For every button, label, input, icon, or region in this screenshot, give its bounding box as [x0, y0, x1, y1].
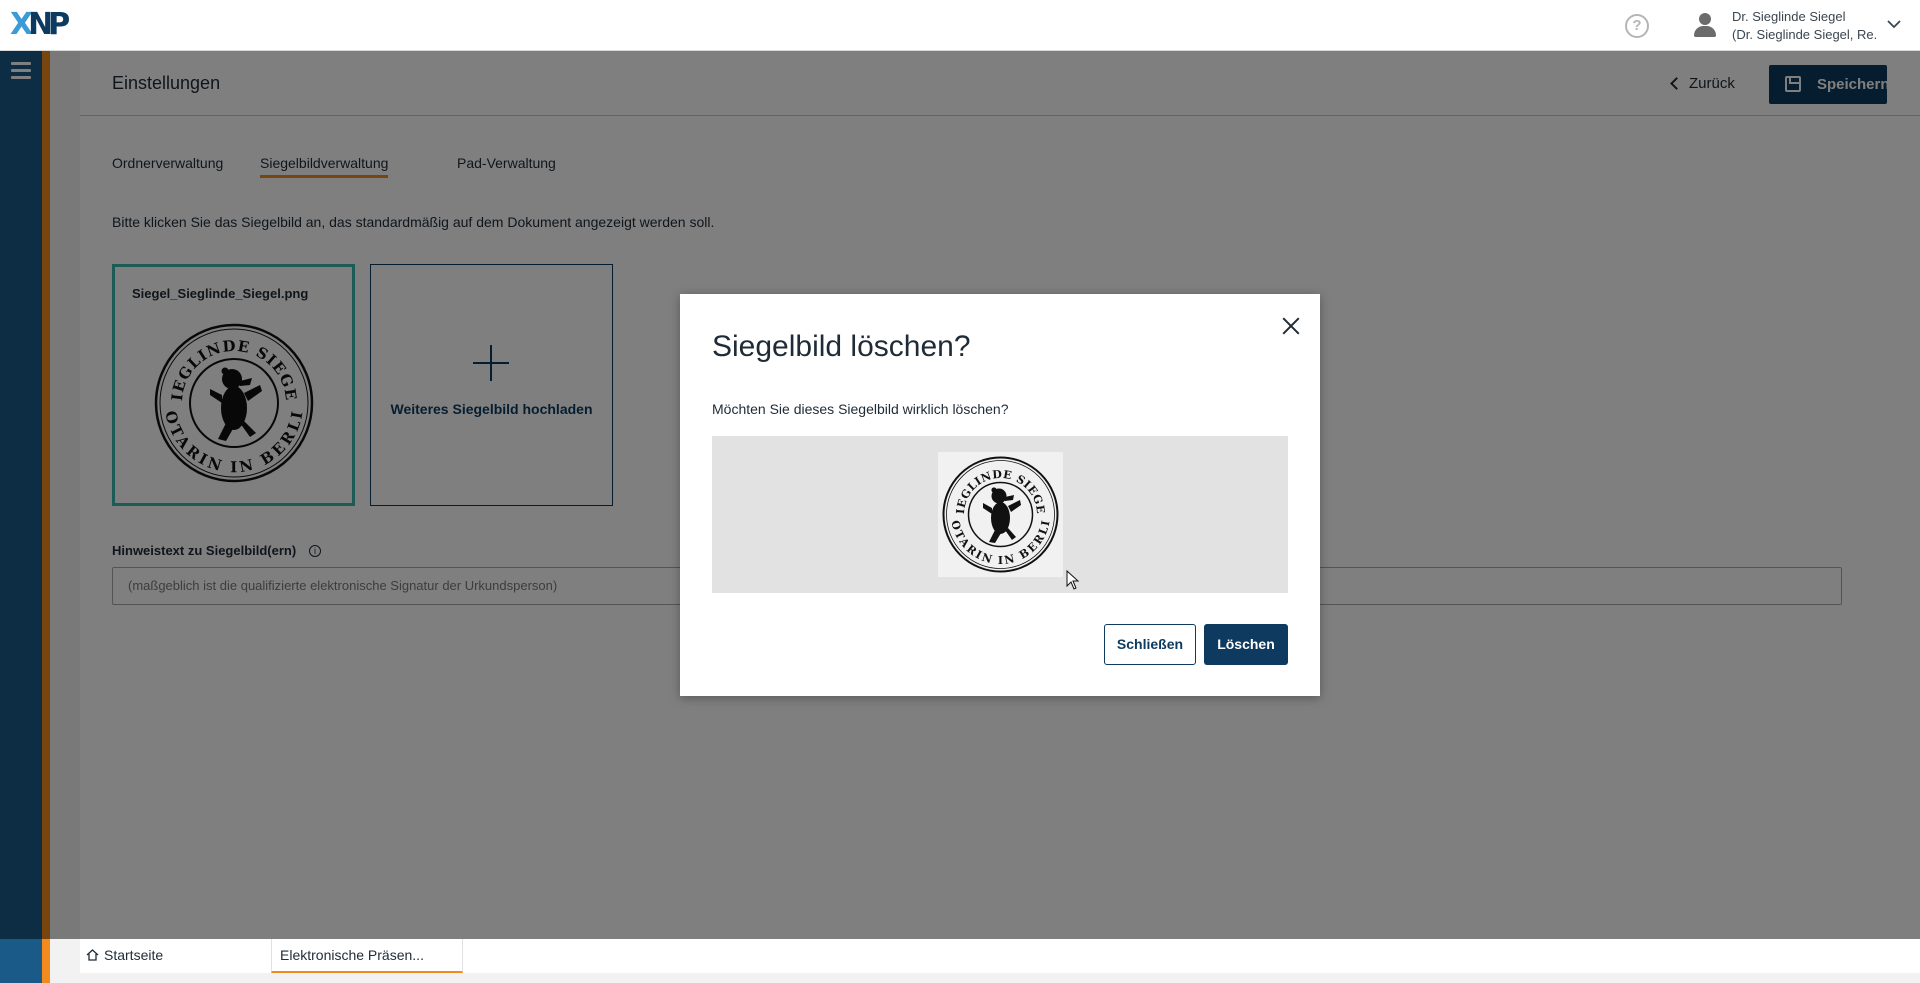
mouse-cursor-icon	[1066, 570, 1080, 590]
seal-preview: SIEGLINDE SIEGEL NOTARIN IN BERLIN	[712, 436, 1288, 593]
app-logo[interactable]: XNP	[10, 9, 70, 41]
user-role[interactable]: (Dr. Sieglinde Siegel, Re...	[1732, 26, 1876, 43]
taskbar-home[interactable]: Startseite	[86, 947, 163, 963]
bottom-taskbar: Startseite Elektronische Präsen...	[80, 939, 1858, 973]
chevron-down-icon[interactable]	[1884, 14, 1904, 34]
close-button[interactable]: Schließen	[1104, 624, 1196, 665]
user-name[interactable]: Dr. Sieglinde Siegel	[1732, 8, 1845, 25]
delete-button[interactable]: Löschen	[1204, 624, 1288, 665]
help-icon[interactable]: ?	[1625, 14, 1649, 38]
seal-preview-image: SIEGLINDE SIEGEL NOTARIN IN BERLIN	[938, 452, 1063, 577]
user-avatar-icon[interactable]	[1692, 12, 1718, 38]
top-bar: XNP ? Dr. Sieglinde Siegel (Dr. Sieglind…	[0, 0, 1920, 51]
dialog-message: Möchten Sie dieses Siegelbild wirklich l…	[712, 401, 1009, 417]
taskbar-home-label: Startseite	[104, 947, 164, 963]
delete-seal-dialog: Siegelbild löschen? Möchten Sie dieses S…	[680, 294, 1320, 696]
home-icon	[86, 949, 99, 961]
taskbar-active-tab[interactable]: Elektronische Präsen...	[271, 939, 463, 973]
close-icon[interactable]	[1279, 314, 1303, 338]
dialog-title: Siegelbild löschen?	[712, 330, 971, 363]
bottom-strip	[80, 973, 1920, 983]
